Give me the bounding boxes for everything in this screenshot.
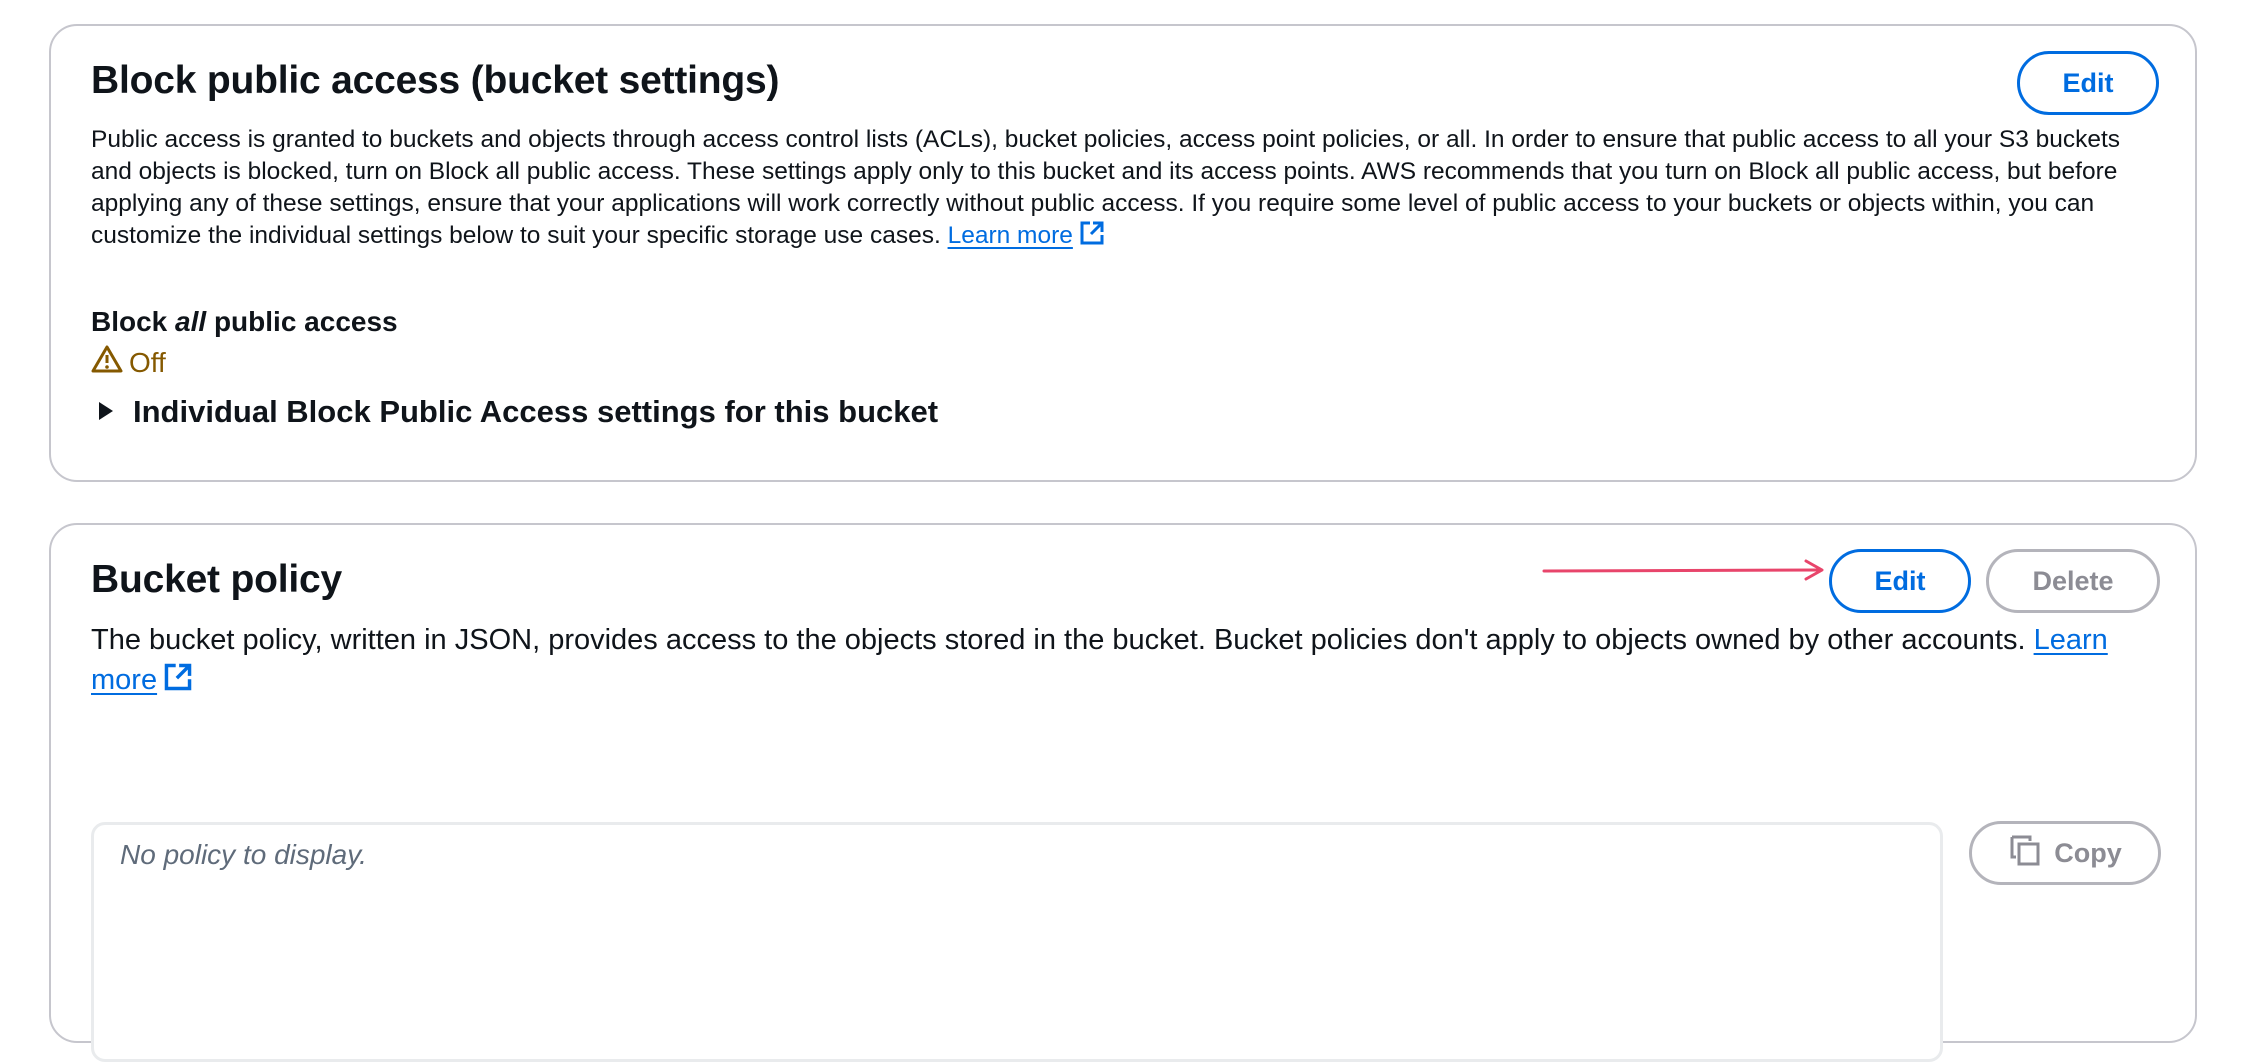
caret-right-icon [97,394,115,430]
copy-label: Copy [2054,837,2122,868]
bucket-policy-description: The bucket policy, written in JSON, prov… [91,620,2131,703]
bucket-policy-description-text: The bucket policy, written in JSON, prov… [91,624,2026,656]
block-public-access-description-text: Public access is granted to buckets and … [91,126,2121,249]
status-text: Off [129,346,166,378]
copy-policy-button[interactable]: Copy [1969,821,2161,885]
block-all-status: Off [91,344,166,381]
block-all-prefix: Block [91,306,176,337]
bucket-policy-delete-button[interactable]: Delete [1986,549,2160,613]
policy-empty-text: No policy to display. [120,839,367,870]
learn-more-label: Learn more [947,222,1073,249]
annotation-arrow [1542,559,1824,581]
block-public-access-description: Public access is granted to buckets and … [91,124,2161,255]
warning-icon [91,344,129,381]
individual-settings-expander[interactable]: Individual Block Public Access settings … [91,394,938,430]
bucket-policy-edit-button[interactable]: Edit [1829,549,1971,613]
policy-code-box: No policy to display. [91,822,1943,1062]
external-link-icon [1079,220,1105,255]
block-public-access-title: Block public access (bucket settings) [91,59,780,102]
block-public-access-edit-button[interactable]: Edit [2017,51,2159,115]
block-public-access-panel: Block public access (bucket settings) Ed… [49,24,2197,482]
bucket-policy-title: Bucket policy [91,558,342,601]
block-all-public-access-label: Block all public access [91,306,398,338]
bucket-policy-panel: Bucket policy Edit Delete The bucket pol… [49,523,2197,1062]
copy-icon [2008,833,2054,874]
block-all-suffix: public access [206,306,398,337]
expander-label: Individual Block Public Access settings … [133,394,939,429]
block-all-emphasis: all [175,306,207,337]
external-link-icon [163,662,193,703]
block-public-access-learn-more-link[interactable]: Learn more [947,221,1105,249]
